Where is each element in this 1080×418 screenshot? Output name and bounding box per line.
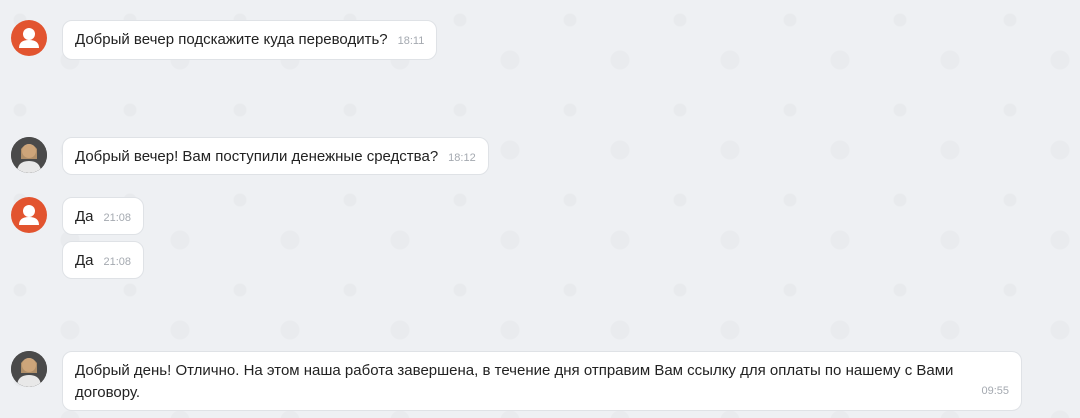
message-bubble: Добрый вечер! Вам поступили денежные сре…: [62, 137, 489, 175]
message-time: 09:55: [981, 385, 1009, 397]
message-time: 18:12: [448, 152, 476, 164]
message-time: 21:08: [103, 256, 132, 268]
message-text: Да: [75, 252, 94, 269]
agent-avatar: [11, 137, 47, 173]
message-text: Да: [75, 208, 94, 225]
message-bubble: Добрый вечер подскажите куда переводить?…: [62, 20, 438, 60]
message-text: Добрый вечер! Вам поступили денежные сре…: [75, 148, 439, 165]
message-text: Добрый вечер подскажите куда переводить?: [75, 31, 388, 48]
message-bubble: Добрый день! Отлично. На этом наша работ…: [62, 351, 1022, 411]
agent-avatar: [11, 351, 47, 387]
profile-photo-icon: [11, 351, 47, 387]
message-text: Добрый день! Отлично. На этом наша работ…: [75, 362, 954, 401]
person-icon: [19, 205, 39, 225]
message-time: 18:11: [397, 35, 425, 47]
message-bubble: Да 21:08: [62, 241, 145, 279]
message-time: 21:08: [103, 212, 132, 224]
user-avatar: [11, 20, 47, 56]
user-avatar: [11, 197, 47, 233]
person-icon: [19, 28, 39, 48]
profile-photo-icon: [11, 137, 47, 173]
message-bubble: Да 21:08: [62, 197, 145, 235]
